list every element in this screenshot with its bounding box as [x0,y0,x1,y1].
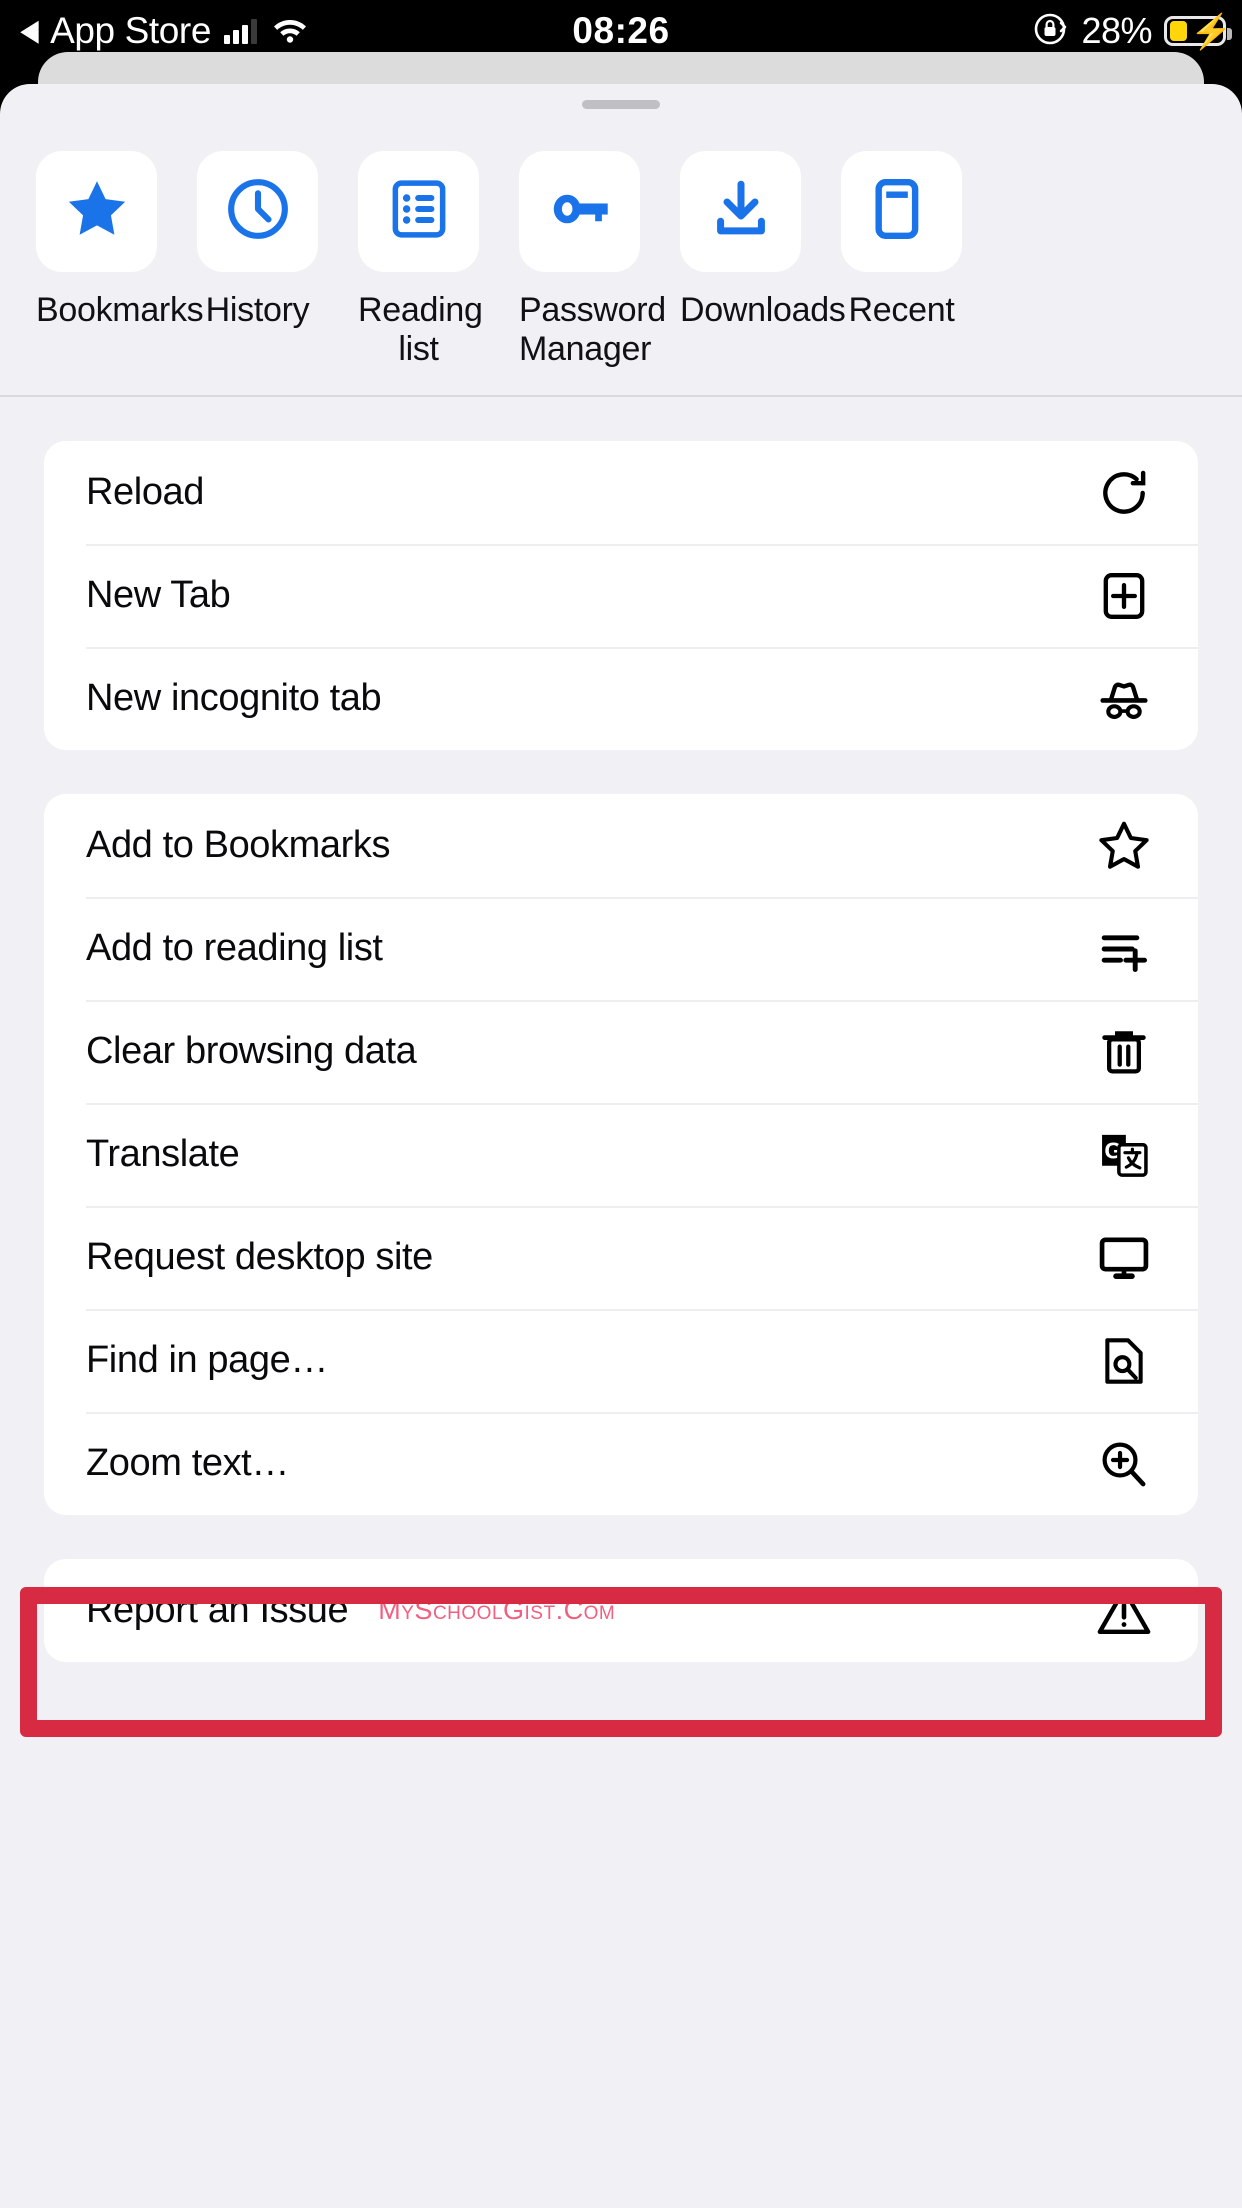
shortcut-tile[interactable] [36,151,157,272]
menu-item-report-an-issue[interactable]: Report an Issue MySchoolGist.Com [44,1559,1198,1662]
menu-item-label: Add to Bookmarks [86,824,391,867]
menu-item-label: Reload [86,471,205,514]
shortcut-label: Bookmarks [36,291,204,329]
key-icon [545,174,615,249]
browser-menu-sheet: Bookmarks History Reading list Password … [0,84,1242,2208]
shortcut-recent-tabs[interactable]: Recent [841,151,962,330]
menu-item-zoom-text[interactable]: Zoom text… [44,1412,1198,1515]
new-tab-icon [1092,564,1156,628]
page-actions-card: Add to Bookmarks Add to reading list Cle… [44,794,1198,1516]
shortcut-password-manager[interactable]: Password Manager [519,151,666,369]
download-icon [706,174,776,249]
sheet-drag-handle[interactable] [582,100,660,109]
battery-percent-label: 28% [1081,10,1152,51]
menu-item-label: Request desktop site [86,1236,433,1279]
desktop-monitor-icon [1092,1226,1156,1290]
support-card: Report an Issue MySchoolGist.Com [44,1559,1198,1663]
translate-icon: G [1092,1123,1156,1187]
rotation-lock-icon [1031,10,1069,53]
menu-item-translate[interactable]: Translate G [44,1103,1198,1206]
menu-cards: Reload New Tab New incognito tab Add to … [0,441,1242,1663]
incognito-icon [1092,667,1156,731]
star-outline-icon [1092,814,1156,878]
add-to-reading-list-icon [1092,917,1156,981]
zoom-text-icon [1092,1432,1156,1496]
menu-item-new-tab[interactable]: New Tab [44,544,1198,647]
shortcut-downloads[interactable]: Downloads [680,151,846,330]
list-document-icon [386,176,452,247]
shortcut-label: History [205,291,310,329]
shortcut-tile[interactable] [680,151,801,272]
clock-icon [223,174,293,249]
watermark-text: MySchoolGist.Com [378,1595,616,1626]
shortcut-label: Password Manager [519,291,666,369]
menu-item-request-desktop-site[interactable]: Request desktop site [44,1206,1198,1309]
menu-item-label: Find in page… [86,1339,328,1382]
menu-item-label: New incognito tab [86,677,382,720]
menu-item-label: Translate [86,1133,240,1176]
menu-item-add-to-reading-list[interactable]: Add to reading list [44,897,1198,1000]
menu-item-clear-browsing-data[interactable]: Clear browsing data [44,1000,1198,1103]
shortcut-label: Reading list [358,291,483,369]
menu-item-label: New Tab [86,574,231,617]
menu-item-find-in-page[interactable]: Find in page… [44,1309,1198,1412]
menu-item-label: Report an Issue [86,1589,349,1632]
reload-icon [1092,461,1156,525]
shortcut-row-divider [0,395,1242,398]
shortcut-row: Bookmarks History Reading list Password … [0,109,1242,369]
phone-screen: ◀ App Store 08:26 28% ⚡ Bookmarks Histor… [0,0,1242,2208]
shortcut-label: Downloads [680,291,846,329]
battery-charging-icon: ⚡ [1164,15,1232,49]
star-filled-icon [62,174,132,249]
menu-item-label: Clear browsing data [86,1030,417,1073]
shortcut-tile[interactable] [841,151,962,272]
menu-item-label: Zoom text… [86,1442,289,1485]
menu-item-add-to-bookmarks[interactable]: Add to Bookmarks [44,794,1198,897]
shortcut-tile[interactable] [358,151,479,272]
shortcut-label: Recent [848,291,955,329]
warning-triangle-icon [1092,1579,1156,1643]
shortcut-bookmarks[interactable]: Bookmarks [36,151,204,330]
find-in-page-icon [1092,1329,1156,1393]
menu-item-reload[interactable]: Reload [44,441,1198,544]
trash-icon [1092,1020,1156,1084]
tab-actions-card: Reload New Tab New incognito tab [44,441,1198,751]
shortcut-tile[interactable] [197,151,318,272]
shortcut-reading-list[interactable]: Reading list [358,151,483,369]
shortcut-tile[interactable] [519,151,640,272]
menu-item-label: Add to reading list [86,927,383,970]
menu-item-new-incognito-tab[interactable]: New incognito tab [44,647,1198,750]
recent-tabs-icon [867,174,937,249]
shortcut-history[interactable]: History [197,151,318,330]
